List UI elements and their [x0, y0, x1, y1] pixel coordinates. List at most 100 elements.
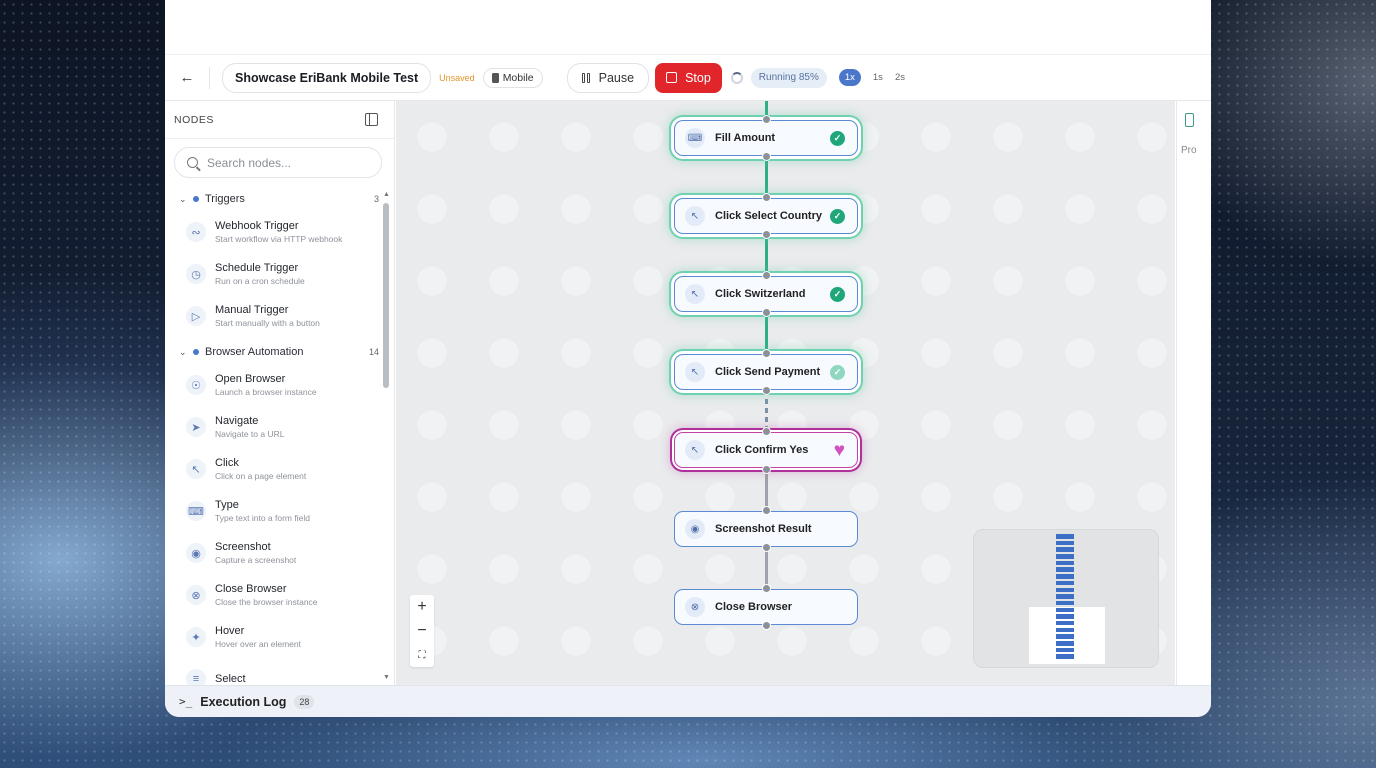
- zoom-in-icon[interactable]: +: [410, 595, 434, 619]
- node-item-name: Manual Trigger: [215, 304, 289, 316]
- back-arrow-icon[interactable]: ←: [179, 69, 195, 86]
- speed-option-1x[interactable]: 1x: [838, 69, 861, 86]
- node-port[interactable]: [762, 193, 771, 202]
- pause-icon: [581, 72, 590, 83]
- unsaved-badge: Unsaved: [439, 72, 475, 83]
- node-port[interactable]: [762, 386, 771, 395]
- flow-node-close-browser[interactable]: ⊗ Close Browser: [674, 589, 858, 625]
- device-badge[interactable]: Mobile: [482, 67, 543, 88]
- check-icon: ✓: [830, 286, 845, 302]
- camera-icon: ◉: [186, 543, 206, 563]
- speed-option-1s[interactable]: 1s: [873, 72, 883, 83]
- node-port[interactable]: [762, 230, 771, 239]
- minimap-nodes: [1056, 534, 1074, 661]
- execution-log-label: Execution Log: [200, 694, 287, 709]
- group-dot: [193, 196, 199, 202]
- spinner-icon: [730, 71, 743, 84]
- check-icon: ✓: [830, 130, 845, 146]
- node-port[interactable]: [762, 308, 771, 317]
- flow-canvas[interactable]: ⌨ Fill Amount ✓ ↖ Click Select Country ✓…: [396, 101, 1175, 685]
- pause-label: Pause: [598, 70, 635, 85]
- cursor-icon: ↖: [685, 206, 705, 226]
- camera-icon: ◉: [685, 519, 705, 539]
- webhook-icon: ∾: [186, 222, 206, 242]
- node-port[interactable]: [762, 584, 771, 593]
- node-list: ⌄ Triggers 3 ∾ Webhook Trigger Start work…: [165, 187, 385, 685]
- fit-view-icon[interactable]: ⛶: [410, 643, 434, 667]
- scroll-down-icon[interactable]: ▼: [383, 674, 390, 681]
- flow-node-label: Click Select Country: [715, 210, 822, 222]
- node-item-select[interactable]: ≡ Select: [165, 658, 385, 685]
- cursor-icon: ↖: [685, 440, 705, 460]
- nodes-title: NODES: [174, 113, 214, 126]
- node-port[interactable]: [762, 543, 771, 552]
- stop-label: Stop: [685, 70, 711, 85]
- scroll-up-icon[interactable]: ▲: [383, 191, 390, 198]
- flow-node-screenshot-result[interactable]: ◉ Screenshot Result: [674, 511, 858, 547]
- node-item-close-browser[interactable]: ⊗ Close Browser Close the browser instanc…: [165, 574, 385, 616]
- node-item-desc: Start manually with a button: [215, 318, 320, 328]
- node-item-navigate[interactable]: ➤ Navigate Navigate to a URL: [165, 406, 385, 448]
- flow-node-label: Click Confirm Yes: [715, 444, 809, 456]
- node-item-name: Schedule Trigger: [215, 262, 299, 274]
- hover-icon: ✦: [186, 627, 206, 647]
- node-item-schedule-trigger[interactable]: ◷ Schedule Trigger Run on a cron schedule: [165, 253, 385, 295]
- device-label: Mobile: [502, 71, 534, 84]
- node-port[interactable]: [762, 465, 771, 474]
- keyboard-icon: ⌨: [186, 501, 206, 521]
- group-label: Triggers: [205, 193, 245, 205]
- node-item-screenshot[interactable]: ◉ Screenshot Capture a screenshot: [165, 532, 385, 574]
- node-port[interactable]: [762, 427, 771, 436]
- node-item-manual-trigger[interactable]: ▷ Manual Trigger Start manually with a bu…: [165, 295, 385, 337]
- search-box: [174, 147, 382, 178]
- node-port[interactable]: [762, 152, 771, 161]
- flow-node-click-switzerland[interactable]: ↖ Click Switzerland ✓: [674, 276, 858, 312]
- collapse-sidebar-icon[interactable]: [365, 113, 378, 126]
- zoom-out-icon[interactable]: −: [410, 619, 434, 643]
- node-port[interactable]: [762, 115, 771, 124]
- node-port[interactable]: [762, 506, 771, 515]
- node-item-desc: Start workflow via HTTP webhook: [215, 234, 343, 244]
- running-status: Running 85%: [750, 67, 827, 88]
- check-icon: ✓: [830, 364, 845, 380]
- nodes-sidebar: NODES ⌄ Triggers 3 ∾ Webhook Trigger Star…: [165, 101, 395, 685]
- node-item-name: Open Browser: [215, 373, 286, 385]
- sidebar-scrollbar[interactable]: ▲ ▼: [383, 191, 390, 681]
- phone-icon: [491, 72, 499, 83]
- flow-node-click-send-payment[interactable]: ↖ Click Send Payment ✓: [674, 354, 858, 390]
- flow-node-label: Click Switzerland: [715, 288, 806, 300]
- execution-log-bar[interactable]: >_ Execution Log 28: [165, 685, 1211, 717]
- phone-icon[interactable]: [1185, 113, 1194, 127]
- node-port[interactable]: [762, 621, 771, 630]
- node-port[interactable]: [762, 349, 771, 358]
- group-triggers[interactable]: ⌄ Triggers 3: [165, 187, 385, 211]
- node-item-click[interactable]: ↖ Click Click on a page element: [165, 448, 385, 490]
- search-input[interactable]: [207, 155, 367, 170]
- node-item-webhook-trigger[interactable]: ∾ Webhook Trigger Start workflow via HTTP…: [165, 211, 385, 253]
- zoom-controls: + − ⛶: [410, 595, 434, 667]
- cursor-icon: ↖: [685, 362, 705, 382]
- node-item-desc: Close the browser instance: [215, 597, 318, 607]
- node-item-hover[interactable]: ✦ Hover Hover over an element: [165, 616, 385, 658]
- node-item-type[interactable]: ⌨ Type Type text into a form field: [165, 490, 385, 532]
- flow-node-click-confirm-yes[interactable]: ↖ Click Confirm Yes ♥: [674, 432, 858, 468]
- pause-button[interactable]: Pause: [566, 62, 650, 93]
- workflow-title[interactable]: Showcase EriBank Mobile Test: [222, 62, 432, 93]
- log-count-badge: 28: [294, 694, 315, 709]
- speed-option-2s[interactable]: 2s: [895, 72, 905, 83]
- close-circle-icon: ⊗: [685, 597, 705, 617]
- toolbar: ← Showcase EriBank Mobile Test Unsaved M…: [165, 55, 1211, 101]
- properties-tab[interactable]: Pro: [1181, 145, 1211, 156]
- node-item-open-browser[interactable]: ☉ Open Browser Launch a browser instance: [165, 364, 385, 406]
- top-strip: [165, 0, 1211, 55]
- flow-node-click-select-country[interactable]: ↖ Click Select Country ✓: [674, 198, 858, 234]
- group-browser-automation[interactable]: ⌄ Browser Automation 14: [165, 340, 385, 364]
- flow-node-fill-amount[interactable]: ⌨ Fill Amount ✓: [674, 120, 858, 156]
- node-port[interactable]: [762, 271, 771, 280]
- minimap[interactable]: [973, 529, 1159, 668]
- flow-node-label: Click Send Payment: [715, 366, 821, 378]
- stop-button[interactable]: Stop: [655, 62, 722, 93]
- scrollbar-thumb[interactable]: [383, 203, 389, 388]
- node-item-desc: Capture a screenshot: [215, 555, 297, 565]
- stop-icon: [666, 72, 678, 83]
